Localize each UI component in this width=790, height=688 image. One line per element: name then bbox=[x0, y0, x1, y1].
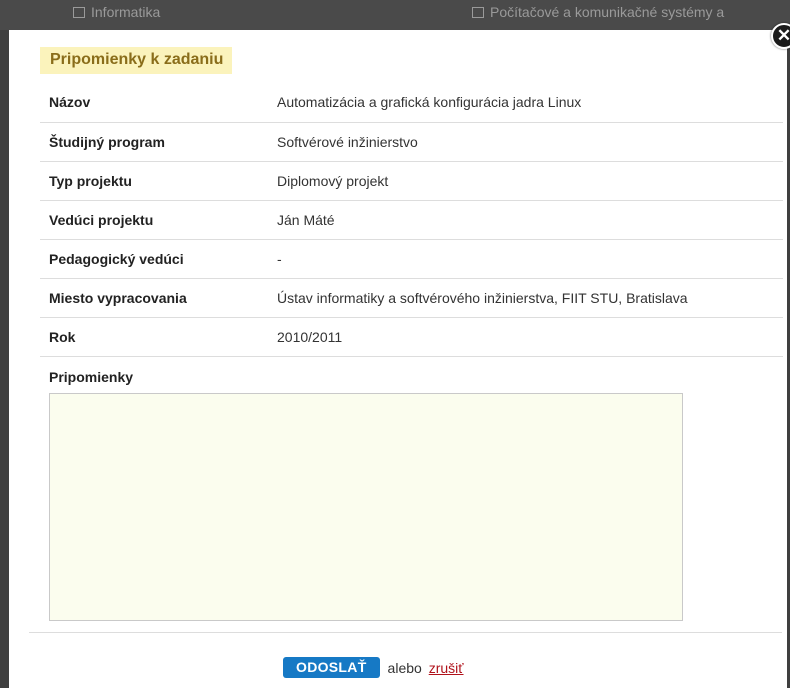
cancel-link[interactable]: zrušiť bbox=[429, 660, 464, 676]
table-row: Rok 2010/2011 bbox=[40, 317, 783, 357]
background-checkbox-label: Počítačové a komunikačné systémy a bbox=[490, 4, 725, 20]
row-value: Ústav informatiky a softvérového inžinie… bbox=[277, 278, 783, 318]
table-row: Miesto vypracovania Ústav informatiky a … bbox=[40, 278, 783, 318]
project-info-table: Názov Automatizácia a grafická konfigurá… bbox=[40, 83, 783, 357]
comments-modal: Pripomienky k zadaniu Názov Automatizáci… bbox=[9, 30, 787, 688]
footer-divider bbox=[29, 632, 782, 633]
table-row: Študijný program Softvérové inžinierstvo bbox=[40, 122, 783, 162]
table-row: Vedúci projektu Ján Máté bbox=[40, 200, 783, 240]
background-checkbox-item: Počítačové a komunikačné systémy a bbox=[472, 4, 724, 20]
close-icon[interactable]: ✕ bbox=[771, 23, 790, 49]
comments-textarea[interactable] bbox=[49, 393, 683, 621]
table-row: Pedagogický vedúci - bbox=[40, 239, 783, 279]
modal-title: Pripomienky k zadaniu bbox=[40, 47, 233, 74]
row-value: - bbox=[277, 239, 783, 279]
background-checkbox-label: Informatika bbox=[91, 4, 161, 20]
or-text: alebo bbox=[387, 659, 422, 676]
send-button[interactable]: ODOSLAŤ bbox=[283, 657, 380, 678]
row-value: 2010/2011 bbox=[277, 317, 783, 357]
row-value: Diplomový projekt bbox=[277, 161, 783, 201]
background-checkbox-item: Informatika bbox=[73, 4, 160, 20]
row-label: Rok bbox=[40, 317, 277, 357]
background-overlay-left bbox=[0, 30, 9, 688]
row-label: Typ projektu bbox=[40, 161, 277, 201]
checkbox-icon bbox=[472, 7, 484, 18]
row-value: Softvérové inžinierstvo bbox=[277, 122, 783, 162]
modal-footer: ODOSLAŤ alebo zrušiť bbox=[283, 657, 464, 678]
checkbox-icon bbox=[73, 7, 85, 18]
row-value: Automatizácia a grafická konfigurácia ja… bbox=[277, 83, 783, 123]
row-label: Miesto vypracovania bbox=[40, 278, 277, 318]
row-label: Pedagogický vedúci bbox=[40, 239, 277, 279]
row-label: Názov bbox=[40, 83, 277, 123]
background-header: Informatika Počítačové a komunikačné sys… bbox=[0, 0, 790, 30]
comments-label: Pripomienky bbox=[49, 369, 134, 385]
row-label: Vedúci projektu bbox=[40, 200, 277, 240]
row-label: Študijný program bbox=[40, 122, 277, 162]
row-value: Ján Máté bbox=[277, 200, 783, 240]
table-row: Názov Automatizácia a grafická konfigurá… bbox=[40, 83, 783, 123]
table-row: Typ projektu Diplomový projekt bbox=[40, 161, 783, 201]
